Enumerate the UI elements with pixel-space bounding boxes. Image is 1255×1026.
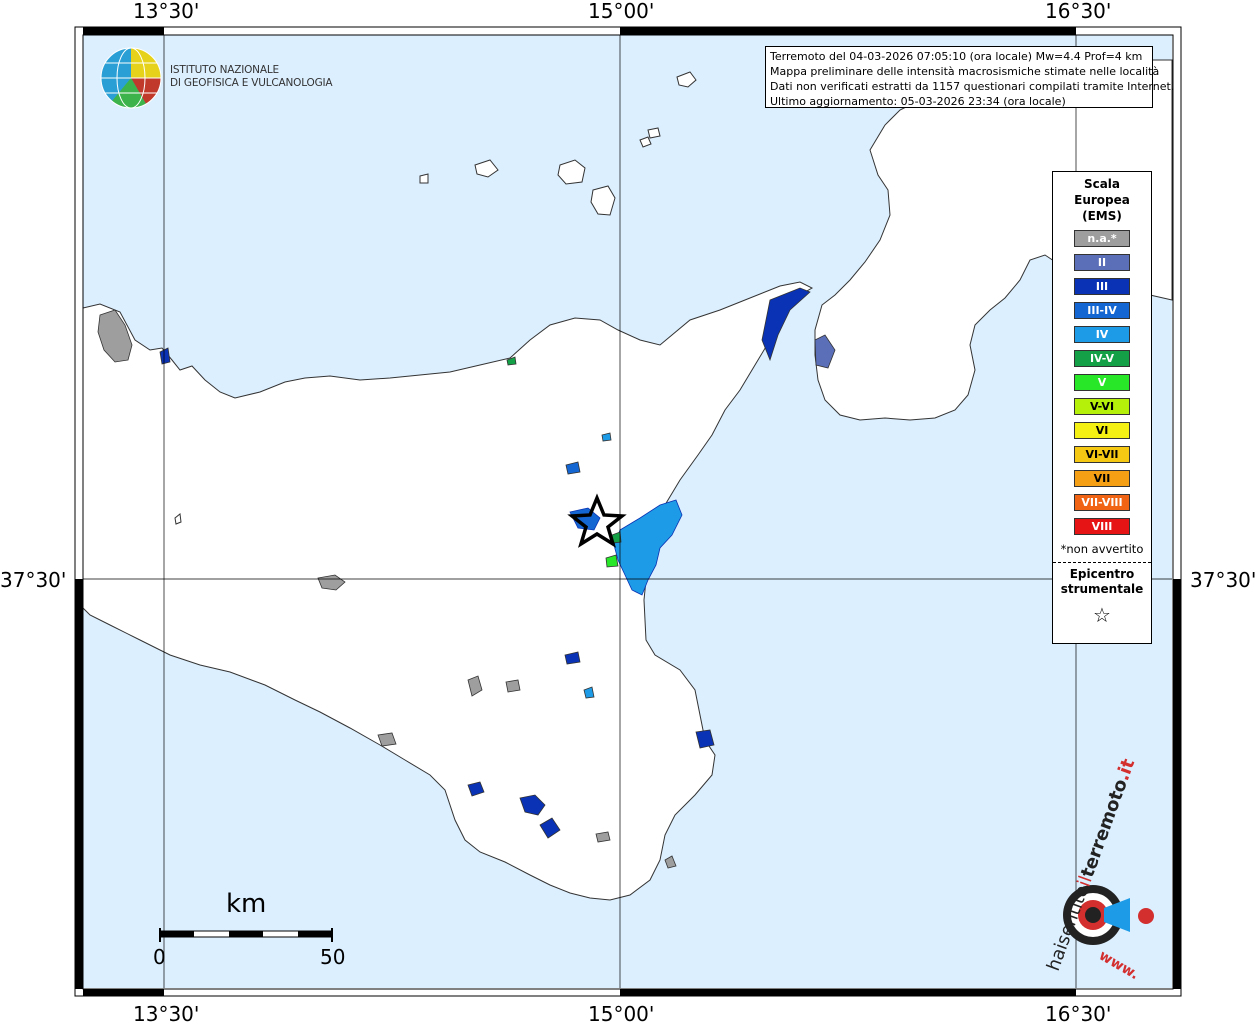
- island: [419, 173, 429, 184]
- info-line3: Dati non verificati estratti da 1157 que…: [770, 80, 1175, 93]
- zone-na: [505, 679, 521, 693]
- epicenter-label: Epicentro strumentale: [1053, 567, 1151, 597]
- scale-unit: km: [226, 889, 267, 919]
- legend-title-line3: (EMS): [1082, 209, 1122, 223]
- lon-label-bottom-right: 16°30': [1045, 1002, 1112, 1026]
- island: [647, 127, 661, 139]
- zone-na: [595, 831, 611, 843]
- info-line2: Mappa preliminare delle intensità macros…: [770, 65, 1160, 78]
- institute-name: ISTITUTO NAZIONALE DI GEOFISICA E VULCAN…: [170, 64, 333, 90]
- ems-legend: Scala Europea (EMS) n.a.* II III III-IV IV IV…: [1052, 171, 1152, 644]
- epicenter-label-line1: Epicentro: [1069, 567, 1135, 581]
- lon-label-top-right: 16°30': [1045, 0, 1112, 23]
- legend-chip: III-IV: [1074, 302, 1130, 319]
- legend-chip: VII-VIII: [1074, 494, 1130, 511]
- scale-max: 50: [320, 945, 346, 969]
- legend-title: Scala Europea (EMS): [1053, 176, 1151, 224]
- legend-chip: VIII: [1074, 518, 1130, 535]
- legend-chip: n.a.*: [1074, 230, 1130, 247]
- legend-divider: [1053, 562, 1151, 563]
- ingv-logo-icon: [100, 47, 162, 109]
- institute-line2: DI GEOFISICA E VULCANOLOGIA: [170, 77, 333, 89]
- lat-label-right: 37°30': [1190, 568, 1255, 592]
- epicenter-legend-star-icon: ☆: [1093, 603, 1111, 627]
- info-line4: Ultimo aggiornamento: 05-03-2026 23:34 (…: [770, 95, 1066, 108]
- legend-note: *non avvertito: [1060, 542, 1144, 556]
- lon-label-bottom-left: 13°30': [133, 1002, 200, 1026]
- legend-chip: VII: [1074, 470, 1130, 487]
- legend-chip: IV: [1074, 326, 1130, 343]
- legend-chip: II: [1074, 254, 1130, 271]
- legend-chip: IV-V: [1074, 350, 1130, 367]
- legend-chip: VI-VII: [1074, 446, 1130, 463]
- legend-chip: V: [1074, 374, 1130, 391]
- epicenter-label-line2: strumentale: [1060, 582, 1144, 596]
- legend-chip: III: [1074, 278, 1130, 295]
- scale-min: 0: [153, 945, 166, 969]
- institute-line1: ISTITUTO NAZIONALE: [170, 64, 279, 76]
- legend-chips: n.a.* II III III-IV IV IV-V V V-VI VI VI-VII VII VI…: [1053, 230, 1151, 535]
- legend-chip: VI: [1074, 422, 1130, 439]
- lon-label-top-center: 15°00': [588, 0, 655, 23]
- legend-title-line1: Scala: [1083, 177, 1121, 191]
- legend-chip: V-VI: [1074, 398, 1130, 415]
- info-line1: Terremoto del 04-03-2026 07:05:10 (ora l…: [770, 50, 1143, 63]
- lat-label-left: 37°30': [0, 568, 67, 592]
- lon-label-top-left: 13°30': [133, 0, 200, 23]
- event-info-box: Terremoto del 04-03-2026 07:05:10 (ora l…: [765, 46, 1175, 108]
- lon-label-bottom-center: 15°00': [588, 1002, 655, 1026]
- legend-title-line2: Europea: [1074, 193, 1130, 207]
